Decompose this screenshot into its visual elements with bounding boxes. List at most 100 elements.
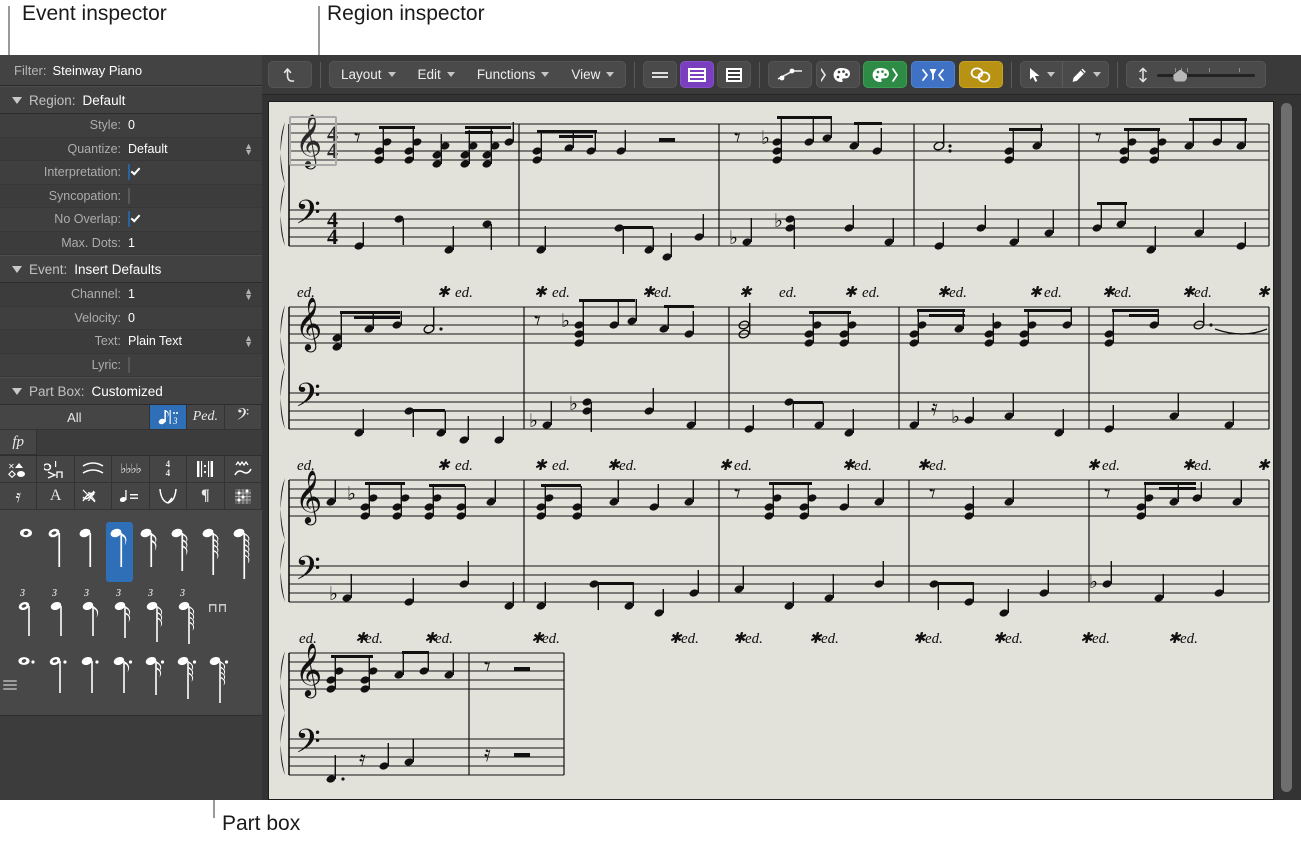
note-dotted-sixtyfourth[interactable] xyxy=(206,650,234,710)
interpretation-checkbox[interactable] xyxy=(128,164,130,180)
note-sixtyfourth[interactable] xyxy=(199,522,226,582)
slider-track[interactable] xyxy=(1157,74,1255,77)
note-dotted-sixteenth[interactable] xyxy=(142,650,170,710)
note-beam-group[interactable] xyxy=(206,586,234,646)
row-value[interactable]: 1 xyxy=(128,287,262,301)
line-tool-button[interactable] xyxy=(768,61,812,88)
part-box-bend-tab[interactable] xyxy=(150,483,187,510)
inspector-panel: Filter: Steinway Piano Region: Default S… xyxy=(0,55,262,800)
part-box-barline-tab[interactable] xyxy=(187,456,224,483)
note-dotted-half[interactable] xyxy=(46,650,74,710)
chevron-down-icon[interactable] xyxy=(1047,72,1055,77)
note-triplet-sixteenth[interactable]: 3 xyxy=(110,586,138,646)
note-dotted-whole[interactable] xyxy=(14,650,42,710)
vertical-zoom-slider[interactable] xyxy=(1157,68,1255,82)
music-notation[interactable]: 𝄞 xyxy=(269,102,1273,800)
part-box-timesig-tab[interactable]: 44 xyxy=(150,456,187,483)
disclosure-triangle-icon[interactable] xyxy=(12,97,22,104)
scrollbar-thumb[interactable] xyxy=(1281,103,1292,792)
disclosure-triangle-icon[interactable] xyxy=(12,388,22,395)
part-box-accidentals-tab[interactable]: ♭♭♭♭ xyxy=(112,456,149,483)
region-row-style[interactable]: Style: 0 xyxy=(0,114,262,138)
note-dotted-quarter[interactable] xyxy=(78,650,106,710)
note-onetwentyeighth[interactable] xyxy=(229,522,256,582)
part-box-notes-tab[interactable]: 3 xyxy=(150,405,187,430)
region-row-interpretation[interactable]: Interpretation: xyxy=(0,161,262,185)
chevron-down-icon[interactable] xyxy=(1093,72,1101,77)
row-value[interactable]: 0 xyxy=(128,118,262,132)
note-triplet-eighth[interactable]: 3 xyxy=(78,586,106,646)
note-dotted-eighth[interactable] xyxy=(110,650,138,710)
part-box-segno-tab[interactable]: x xyxy=(75,483,112,510)
part-box-text-tab[interactable]: A xyxy=(37,483,74,510)
region-row-no-overlap[interactable]: No Overlap: xyxy=(0,208,262,232)
event-inspector-header[interactable]: Event: Insert Defaults xyxy=(0,255,262,283)
note-sixteenth[interactable] xyxy=(137,522,164,582)
pointer-tool[interactable] xyxy=(1021,62,1062,87)
single-staff-view-button[interactable] xyxy=(643,61,677,88)
note-dotted-thirtysecond[interactable] xyxy=(174,650,202,710)
multi-staff-view-button[interactable] xyxy=(680,61,714,88)
part-box-chordgrid-tab[interactable] xyxy=(225,483,262,510)
catch-playhead-button[interactable] xyxy=(268,61,312,88)
filter-row[interactable]: Filter: Steinway Piano xyxy=(0,55,262,86)
menu-functions[interactable]: Functions xyxy=(466,62,561,87)
score-page[interactable]: 𝄞 xyxy=(268,101,1274,800)
note-triplet-sixtyfourth[interactable]: 3 xyxy=(174,586,202,646)
event-row-velocity[interactable]: Velocity: 0 xyxy=(0,307,262,331)
part-box-trill-tab[interactable] xyxy=(225,456,262,483)
pencil-tool[interactable] xyxy=(1063,62,1108,87)
disclosure-triangle-icon[interactable] xyxy=(12,266,22,273)
part-box-rest-tab[interactable]: 𝄿 xyxy=(0,483,37,510)
note-triplet-thirtysecond[interactable]: 3 xyxy=(142,586,170,646)
hide-colors-button[interactable] xyxy=(816,61,860,88)
row-value[interactable]: 1 xyxy=(128,236,262,250)
note-thirtysecond[interactable] xyxy=(168,522,195,582)
show-colors-button[interactable] xyxy=(863,61,907,88)
treble-notes-5: 𝄾 xyxy=(1095,118,1247,165)
note-half[interactable] xyxy=(45,522,72,582)
menu-layout[interactable]: Layout xyxy=(330,62,407,87)
clef-selection-box[interactable] xyxy=(289,116,337,166)
part-box-pedal-tab[interactable]: Ped. xyxy=(187,405,224,430)
row-value[interactable]: Default xyxy=(128,142,262,156)
note-quarter[interactable] xyxy=(76,522,103,582)
part-box-accents-tab[interactable] xyxy=(37,456,74,483)
syncopation-checkbox[interactable] xyxy=(128,188,130,204)
link-button[interactable] xyxy=(959,61,1003,88)
part-box-dynamics-tab[interactable]: fp xyxy=(0,430,37,455)
vertical-scrollbar[interactable] xyxy=(1279,101,1294,800)
region-row-syncopation[interactable]: Syncopation: xyxy=(0,185,262,209)
part-box-noteheads-tab[interactable]: ✕ xyxy=(0,456,37,483)
region-row-quantize[interactable]: Quantize: Default ▲▼ xyxy=(0,138,262,162)
region-inspector-header[interactable]: Region: Default xyxy=(0,86,262,114)
note-triplet-half[interactable]: 3 xyxy=(14,586,42,646)
note-triplet-quarter[interactable]: 3 xyxy=(46,586,74,646)
treble-clef-3: 𝄞 xyxy=(295,470,322,525)
part-box-header[interactable]: Part Box: Customized xyxy=(0,377,262,405)
part-box-pilcrow-tab[interactable]: ¶ xyxy=(187,483,224,510)
menu-view[interactable]: View xyxy=(560,62,625,87)
stepper-arrows-icon[interactable]: ▲▼ xyxy=(244,335,253,347)
part-box-clef-tab[interactable]: 𝄢 xyxy=(225,405,262,430)
event-row-lyric[interactable]: Lyric: xyxy=(0,354,262,378)
note-eighth[interactable] xyxy=(106,522,133,582)
list-view-button[interactable] xyxy=(717,61,751,88)
stepper-arrows-icon[interactable]: ▲▼ xyxy=(244,143,253,155)
lyric-checkbox[interactable] xyxy=(128,357,130,373)
event-row-text[interactable]: Text: Plain Text ▲▼ xyxy=(0,330,262,354)
svg-text:3: 3 xyxy=(172,416,178,426)
region-row-max-dots[interactable]: Max. Dots: 1 xyxy=(0,232,262,256)
note-whole[interactable] xyxy=(14,522,41,582)
event-row-channel[interactable]: Channel: 1 ▲▼ xyxy=(0,283,262,307)
row-value[interactable]: 0 xyxy=(128,311,262,325)
stepper-arrows-icon[interactable]: ▲▼ xyxy=(244,288,253,300)
part-box-tempo-tab[interactable] xyxy=(112,483,149,510)
part-box-all-tab[interactable]: All xyxy=(0,405,150,430)
row-value[interactable]: Plain Text xyxy=(128,334,262,348)
part-box-slur-tab[interactable] xyxy=(75,456,112,483)
no-overlap-checkbox[interactable] xyxy=(128,211,130,227)
menu-edit[interactable]: Edit xyxy=(407,62,466,87)
inspector-resize-grip[interactable] xyxy=(3,680,17,691)
filter-button[interactable] xyxy=(911,61,955,88)
